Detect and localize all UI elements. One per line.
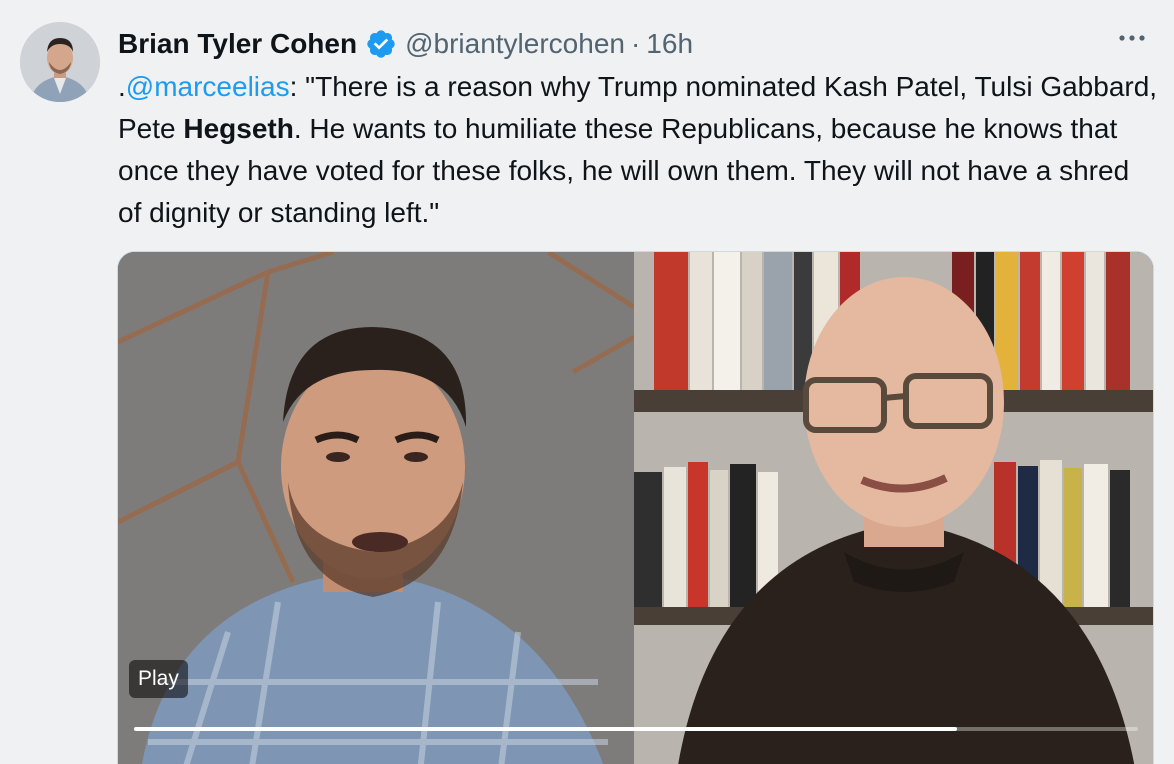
verified-badge-icon[interactable] [365,28,397,60]
right-speaker-image [634,252,1153,764]
play-label[interactable]: Play [129,660,188,698]
mention-link[interactable]: @marceelias [126,71,290,102]
separator-dot: · [630,28,641,59]
video-player[interactable]: Play [117,251,1154,764]
video-progress-track[interactable] [134,727,1138,731]
tweet: Brian Tyler Cohen @briantylercohen · 16h… [0,0,1174,764]
video-left-panel: Play [118,252,634,764]
author-avatar[interactable] [20,22,100,102]
text-bold: Hegseth [183,113,294,144]
video-progress-fill [134,727,958,731]
avatar-image [20,22,100,102]
tweet-timestamp[interactable]: 16h [646,28,693,60]
more-horizontal-icon[interactable] [1116,30,1148,46]
text-prefix: . [118,71,126,102]
left-speaker-image [118,252,634,764]
tweet-header: Brian Tyler Cohen @briantylercohen · 16h [118,24,693,64]
author-handle[interactable]: @briantylercohen [405,28,625,60]
tweet-text: .@marceelias: "There is a reason why Tru… [118,66,1158,234]
video-right-panel [634,252,1153,764]
author-name[interactable]: Brian Tyler Cohen [118,28,357,60]
